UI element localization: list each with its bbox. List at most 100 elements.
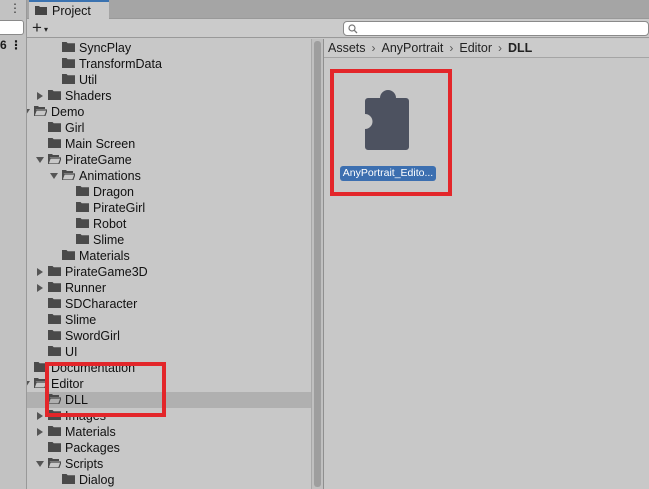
- tree-row-label: Girl: [65, 121, 85, 135]
- collapse-arrow-icon[interactable]: [27, 107, 31, 117]
- chevron-down-icon: ▾: [43, 24, 48, 34]
- chevron-right-icon: ›: [498, 41, 503, 55]
- folder-tree: SyncPlay TransformData Util Shaders Demo Girl…: [27, 39, 311, 489]
- tree-row[interactable]: Materials: [27, 424, 311, 440]
- tree-row-label: Editor: [51, 377, 84, 391]
- expand-arrow-icon[interactable]: [35, 267, 45, 277]
- tree-row-label: Util: [79, 73, 98, 87]
- tree-row[interactable]: Dialog: [27, 472, 311, 488]
- adjacent-panel-dots[interactable]: ⋮: [10, 38, 22, 52]
- tree-row-label: Images: [65, 409, 106, 423]
- breadcrumb-item[interactable]: Assets: [328, 41, 366, 55]
- scrollbar-thumb[interactable]: [314, 41, 321, 487]
- tree-row[interactable]: Shaders: [27, 88, 311, 104]
- tree-row[interactable]: UI: [27, 344, 311, 360]
- breadcrumb-item[interactable]: Editor: [459, 41, 492, 55]
- tree-row-label: Materials: [65, 425, 116, 439]
- expand-arrow-icon[interactable]: [35, 283, 45, 293]
- tree-row-label: Demo: [51, 105, 85, 119]
- tree-row[interactable]: TransformData: [27, 56, 311, 72]
- search-field[interactable]: [343, 21, 649, 36]
- adjacent-panel-field[interactable]: [0, 20, 24, 35]
- tab-label: Project: [52, 3, 91, 18]
- folder-open-icon: [47, 457, 62, 471]
- collapse-arrow-icon[interactable]: [35, 459, 45, 469]
- folder-icon: [48, 329, 61, 343]
- search-input[interactable]: [360, 22, 640, 35]
- folder-open-icon: [61, 169, 76, 183]
- tree-row-label: TransformData: [79, 57, 162, 71]
- folder-icon: [48, 345, 61, 359]
- asset-item-dll[interactable]: AnyPortrait_Edito...: [340, 88, 436, 185]
- tree-row-label: Main Screen: [65, 137, 136, 151]
- tree-scrollbar[interactable]: [311, 39, 323, 489]
- tree-row[interactable]: Images: [27, 408, 311, 424]
- collapse-arrow-icon[interactable]: [35, 155, 45, 165]
- tree-row[interactable]: Materials: [27, 248, 311, 264]
- tree-row[interactable]: Documentation: [27, 360, 311, 376]
- folder-icon: [62, 57, 75, 71]
- tree-row[interactable]: Girl: [27, 120, 311, 136]
- tree-row[interactable]: Dragon: [27, 184, 311, 200]
- folder-icon: [35, 4, 47, 18]
- breadcrumb-item[interactable]: DLL: [508, 41, 532, 55]
- expand-arrow-icon[interactable]: [35, 411, 45, 421]
- tree-row[interactable]: SwordGirl: [27, 328, 311, 344]
- tree-row-label: PirateGame: [65, 153, 132, 167]
- asset-grid: AnyPortrait_Edito...: [324, 58, 649, 489]
- tree-row[interactable]: Demo: [27, 104, 311, 120]
- adjacent-panel-number: 6: [0, 38, 7, 52]
- tab-project[interactable]: Project: [29, 0, 109, 19]
- folder-icon: [34, 361, 47, 375]
- tree-row[interactable]: Packages: [27, 440, 311, 456]
- tree-row[interactable]: PirateGame: [27, 152, 311, 168]
- tree-row[interactable]: PirateGirl: [27, 200, 311, 216]
- panel-menu-dots[interactable]: ⋮: [9, 1, 21, 15]
- folder-icon: [62, 473, 75, 487]
- expand-arrow-icon[interactable]: [35, 91, 45, 101]
- tree-row[interactable]: Util: [27, 72, 311, 88]
- tree-row[interactable]: SyncPlay: [27, 40, 311, 56]
- tree-row[interactable]: Editor: [27, 376, 311, 392]
- folder-icon: [48, 313, 61, 327]
- folder-icon: [76, 217, 89, 231]
- tree-row-label: Scripts: [65, 457, 104, 471]
- tree-row-label: Shaders: [65, 89, 112, 103]
- tree-row-label: Materials: [79, 249, 130, 263]
- tree-row-label: Runner: [65, 281, 106, 295]
- tree-row[interactable]: Runner: [27, 280, 311, 296]
- tree-row[interactable]: DLL: [27, 392, 311, 408]
- tree-row[interactable]: Main Screen: [27, 136, 311, 152]
- tree-row-label: Animations: [79, 169, 141, 183]
- tree-row-label: Slime: [93, 233, 125, 247]
- breadcrumb-item[interactable]: AnyPortrait: [382, 41, 444, 55]
- collapse-arrow-icon[interactable]: [27, 379, 31, 389]
- breadcrumb: Assets › AnyPortrait › Editor › DLL: [324, 39, 649, 58]
- add-asset-button[interactable]: + ▾: [32, 18, 48, 37]
- tree-row-label: Packages: [65, 441, 120, 455]
- tree-row[interactable]: Slime: [27, 232, 311, 248]
- tree-row-label: PirateGirl: [93, 201, 146, 215]
- tree-row-label: UI: [65, 345, 78, 359]
- tree-row[interactable]: Robot: [27, 216, 311, 232]
- tree-row[interactable]: SDCharacter: [27, 296, 311, 312]
- folder-icon: [48, 265, 61, 279]
- expand-arrow-icon[interactable]: [35, 427, 45, 437]
- tree-row[interactable]: Slime: [27, 312, 311, 328]
- tree-row[interactable]: PirateGame3D: [27, 264, 311, 280]
- tree-row-label: SyncPlay: [79, 41, 132, 55]
- folder-icon: [76, 201, 89, 215]
- project-toolbar: + ▾: [27, 18, 649, 38]
- tree-row[interactable]: Animations: [27, 168, 311, 184]
- tree-row[interactable]: Scripts: [27, 456, 311, 472]
- collapse-arrow-icon[interactable]: [49, 171, 59, 181]
- folder-icon: [76, 185, 89, 199]
